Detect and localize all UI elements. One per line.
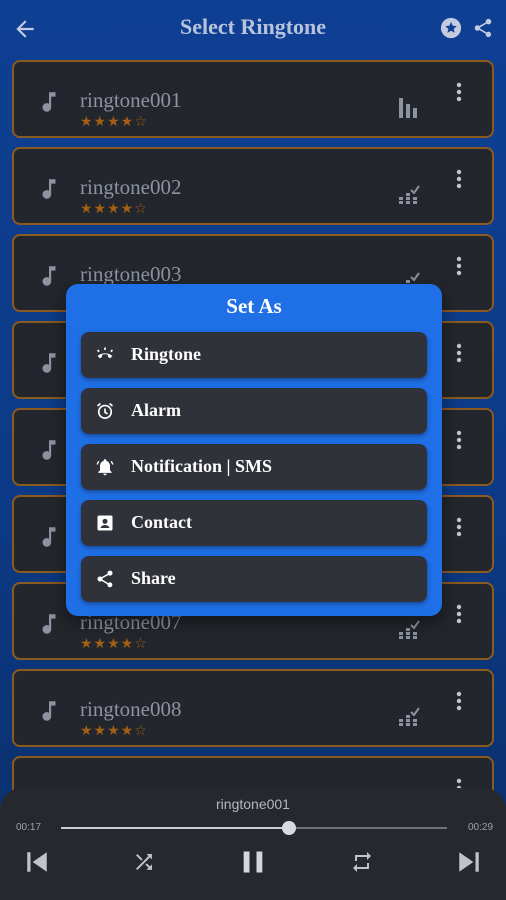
repeat-icon[interactable]	[350, 848, 374, 876]
total-time: 00:29	[468, 822, 494, 833]
ringtone-name: ringtone002	[80, 175, 182, 199]
dialog-title: Set As	[226, 294, 282, 318]
seek-bar[interactable]	[61, 827, 447, 829]
more-vert-icon[interactable]	[454, 691, 464, 715]
music-note-icon	[42, 527, 56, 547]
shuffle-icon[interactable]	[132, 848, 156, 876]
rating-stars: ★★★★☆	[80, 114, 148, 130]
share-icon	[97, 570, 113, 588]
music-note-icon	[42, 179, 56, 199]
more-vert-icon[interactable]	[454, 343, 464, 367]
equalizer-icon[interactable]	[398, 616, 420, 640]
music-note-icon	[42, 92, 56, 112]
ringtone-name: ringtone001	[80, 88, 182, 112]
music-note-icon	[42, 266, 56, 286]
top-bar: Select Ringtone	[0, 0, 506, 58]
music-note-icon	[42, 440, 56, 460]
skip-previous-icon[interactable]	[24, 848, 50, 876]
more-vert-icon[interactable]	[454, 517, 464, 541]
option-label: Ringtone	[131, 344, 202, 364]
more-vert-icon[interactable]	[454, 256, 464, 280]
more-vert-icon[interactable]	[454, 604, 464, 628]
skip-next-icon[interactable]	[456, 848, 482, 876]
option-label: Notification | SMS	[131, 456, 272, 476]
set-as-dialog: Set As Ringtone Alarm Notification | SMS…	[66, 284, 442, 616]
bell-icon	[96, 459, 114, 476]
current-time: 00:17	[16, 822, 42, 833]
list-item[interactable]: ringtone008 ★★★★☆	[12, 669, 494, 747]
music-note-icon	[42, 701, 56, 721]
option-label: Contact	[131, 512, 192, 532]
pause-icon[interactable]	[238, 848, 268, 876]
seek-bar-thumb[interactable]	[281, 821, 296, 835]
equalizer-icon[interactable]	[398, 703, 420, 727]
set-as-ringtone-option[interactable]: Ringtone	[81, 332, 427, 378]
set-as-notification-option[interactable]: Notification | SMS	[81, 444, 427, 490]
music-note-icon	[42, 614, 56, 634]
more-vert-icon[interactable]	[454, 82, 464, 106]
rating-stars: ★★★★☆	[80, 723, 148, 739]
mini-player: ringtone001 00:17 00:29	[0, 788, 506, 900]
music-note-icon	[42, 353, 56, 373]
more-vert-icon[interactable]	[454, 169, 464, 193]
seek-bar-progress	[61, 827, 289, 829]
contact-icon	[97, 515, 113, 531]
alarm-icon	[96, 402, 114, 419]
set-as-contact-option[interactable]: Contact	[81, 500, 427, 546]
favorite-star-icon[interactable]	[440, 17, 462, 39]
set-as-share-option[interactable]: Share	[81, 556, 427, 602]
option-label: Share	[131, 568, 176, 588]
option-label: Alarm	[131, 400, 181, 420]
more-vert-icon[interactable]	[454, 430, 464, 454]
now-playing-title: ringtone001	[216, 796, 290, 812]
set-as-alarm-option[interactable]: Alarm	[81, 388, 427, 434]
share-icon[interactable]	[472, 17, 494, 39]
ringtone-name: ringtone008	[80, 697, 182, 721]
rating-stars: ★★★★☆	[80, 636, 148, 652]
bars-icon[interactable]	[398, 94, 420, 118]
list-item[interactable]: ringtone002 ★★★★☆	[12, 147, 494, 225]
equalizer-icon[interactable]	[398, 181, 420, 205]
list-item[interactable]: ringtone001 ★★★★☆	[12, 60, 494, 138]
rating-stars: ★★★★☆	[80, 201, 148, 217]
page-title: Select Ringtone	[179, 14, 327, 39]
ringtone-icon	[96, 347, 114, 359]
